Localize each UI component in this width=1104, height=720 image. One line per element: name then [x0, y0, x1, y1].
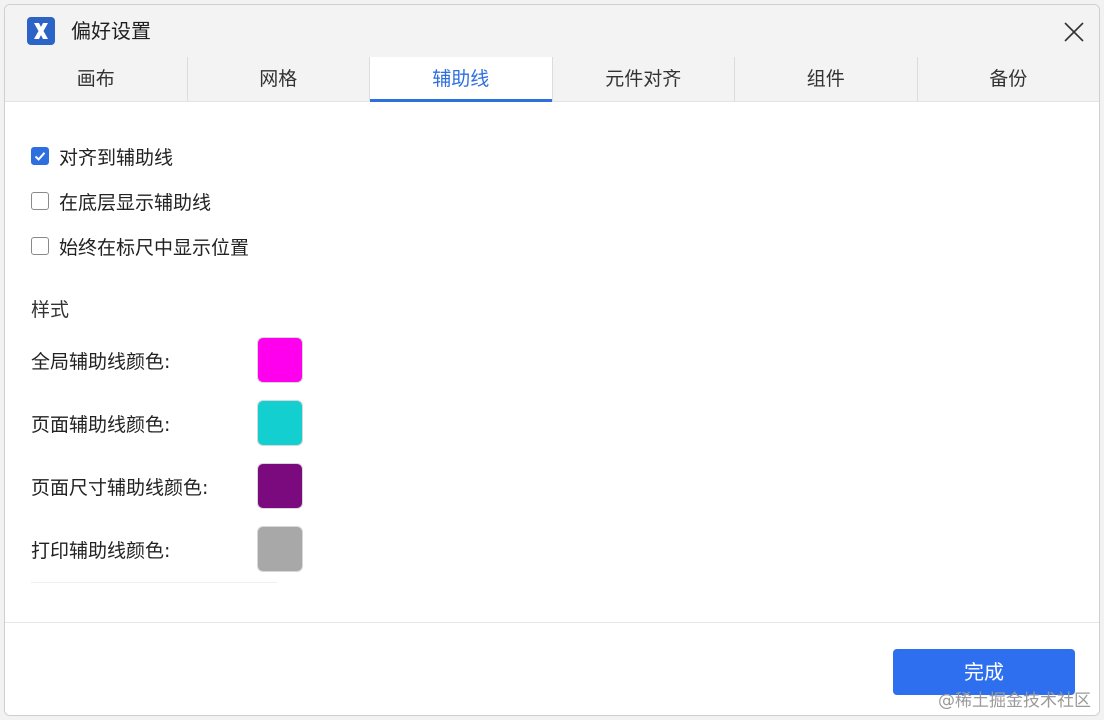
- tab-widget-alignment[interactable]: 元件对齐: [552, 57, 735, 101]
- option-show-guides-at-bottom[interactable]: 在底层显示辅助线: [31, 187, 211, 215]
- tab-bar: 画布 网格 辅助线 元件对齐 组件 备份: [5, 57, 1099, 102]
- divider: [31, 582, 277, 583]
- print-guide-color-row: 打印辅助线颜色:: [31, 526, 331, 572]
- checkbox-unchecked-icon[interactable]: [31, 192, 49, 210]
- page-size-guide-color-row: 页面尺寸辅助线颜色:: [31, 463, 331, 509]
- guides-settings-panel: 对齐到辅助线 在底层显示辅助线 始终在标尺中显示位置 样式 全局辅助线颜色: 页…: [5, 102, 1099, 622]
- color-label: 全局辅助线颜色:: [31, 351, 171, 373]
- style-section-title: 样式: [31, 299, 70, 321]
- color-swatch-global-guide[interactable]: [257, 337, 303, 383]
- checkbox-checked-icon[interactable]: [31, 147, 49, 165]
- color-label: 页面辅助线颜色:: [31, 414, 171, 436]
- dialog-footer: 完成: [5, 622, 1099, 715]
- tab-components[interactable]: 组件: [735, 57, 918, 101]
- color-swatch-page-guide[interactable]: [257, 400, 303, 446]
- tab-grid[interactable]: 网格: [187, 57, 370, 101]
- color-label: 打印辅助线颜色:: [31, 540, 171, 562]
- window-title: 偏好设置: [71, 19, 151, 43]
- title-bar: 偏好设置: [5, 5, 1099, 57]
- tab-canvas[interactable]: 画布: [5, 57, 188, 101]
- option-snap-to-guides[interactable]: 对齐到辅助线: [31, 142, 173, 170]
- preferences-dialog: 偏好设置 画布 网格 辅助线 元件对齐 组件 备份 对齐到辅助线 在底层显示辅助…: [4, 4, 1100, 716]
- option-label: 在底层显示辅助线: [59, 191, 212, 214]
- page-guide-color-row: 页面辅助线颜色:: [31, 400, 331, 446]
- watermark-text: @稀土掘金技术社区: [938, 691, 1091, 711]
- checkbox-unchecked-icon[interactable]: [31, 237, 49, 255]
- color-label: 页面尺寸辅助线颜色:: [31, 477, 209, 499]
- close-icon[interactable]: [1059, 17, 1089, 47]
- tab-guides[interactable]: 辅助线: [370, 57, 553, 102]
- global-guide-color-row: 全局辅助线颜色:: [31, 337, 331, 383]
- option-label: 始终在标尺中显示位置: [59, 236, 250, 259]
- color-swatch-page-size-guide[interactable]: [257, 463, 303, 509]
- option-always-show-position-in-ruler[interactable]: 始终在标尺中显示位置: [31, 232, 249, 260]
- axure-logo-icon: [27, 17, 55, 45]
- tab-backup[interactable]: 备份: [917, 57, 1099, 101]
- color-swatch-print-guide[interactable]: [257, 526, 303, 572]
- option-label: 对齐到辅助线: [59, 146, 174, 169]
